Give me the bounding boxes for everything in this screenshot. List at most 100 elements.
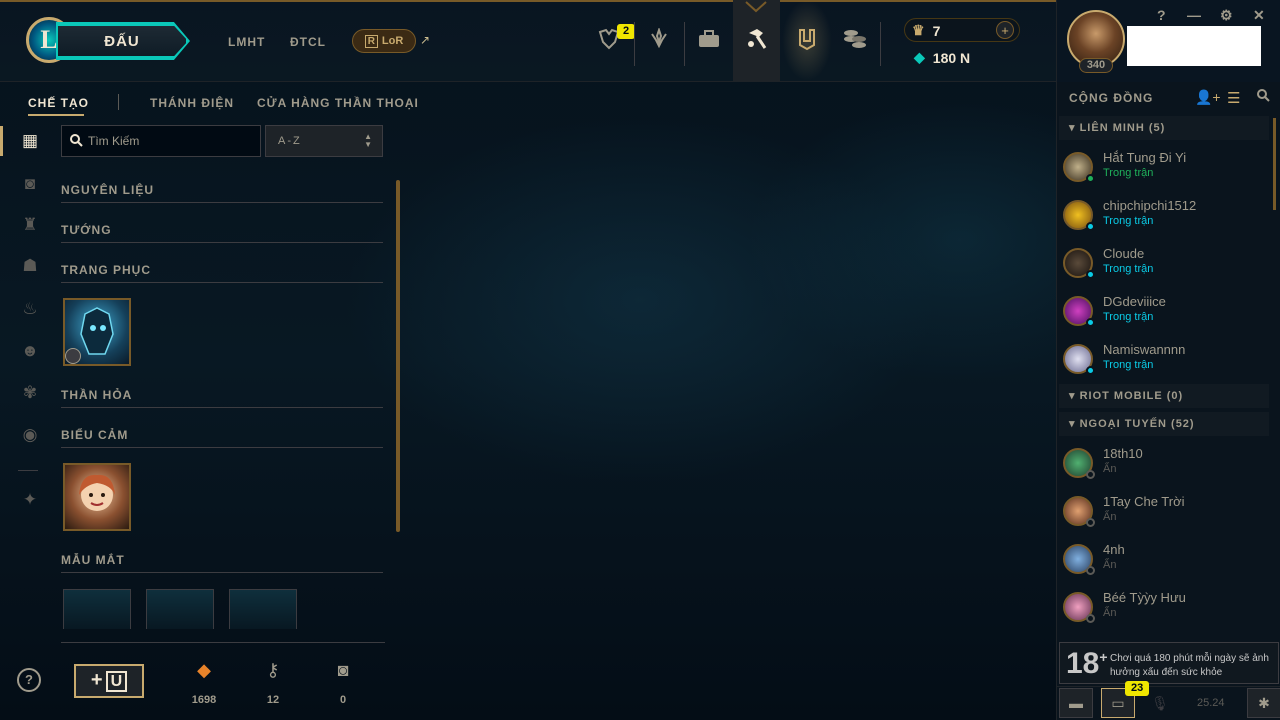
rp-icon: ♛: [912, 22, 925, 38]
chests-stat: ◙ 0: [318, 660, 368, 706]
friend-list-view-icon[interactable]: ☰: [1227, 89, 1240, 107]
category-ward-skins[interactable]: MẪU MẮT: [61, 553, 125, 567]
collection-icon[interactable]: [692, 22, 726, 56]
category-skins[interactable]: TRANG PHỤC: [61, 263, 151, 277]
group-label: RIOT MOBILE (0): [1079, 390, 1184, 402]
chat-icon[interactable]: ▬: [1059, 688, 1093, 718]
ranked-icon[interactable]: [642, 22, 676, 56]
friend-item[interactable]: Hắt Tung Đi Yi Trong trận: [1063, 146, 1273, 192]
champion-helmet-icon[interactable]: ♜: [18, 213, 42, 237]
offline-status-dot: [1086, 614, 1095, 623]
ward-flame-icon[interactable]: ♨: [18, 297, 42, 321]
friend-status: Ẩn: [1103, 463, 1117, 475]
icon-filter-icon[interactable]: ✾: [18, 381, 42, 405]
category-divider: [61, 407, 383, 408]
nav-link-tft[interactable]: ĐTCL: [290, 35, 326, 49]
friend-status: Trong trận: [1103, 311, 1154, 323]
missions-badge: 2: [617, 24, 636, 39]
external-link-icon: ↗: [420, 33, 431, 47]
orange-essence-icon: ◆: [197, 660, 211, 680]
sort-value: A-Z: [278, 135, 302, 147]
friend-item[interactable]: chipchipchi1512 Trong trận: [1063, 194, 1273, 240]
other-loot-icon[interactable]: ✦: [18, 488, 42, 512]
icon-divider: [880, 22, 881, 66]
notch-icon: [745, 1, 767, 13]
buy-rp-button[interactable]: +: [996, 21, 1014, 39]
offline-status-dot: [1086, 518, 1095, 527]
chevron-updown-icon: ▲ ▼: [364, 132, 374, 149]
ingame-status-dot: [1086, 270, 1095, 279]
minimize-icon[interactable]: —: [1187, 7, 1201, 23]
ingame-status-dot: [1086, 366, 1095, 375]
friend-item[interactable]: 4nh Ẩn: [1063, 538, 1273, 584]
ward-tile[interactable]: [146, 589, 214, 629]
be-display: ◆ 180 N: [914, 49, 970, 66]
group-header-riotmobile[interactable]: ▾ RIOT MOBILE (0): [1059, 384, 1269, 408]
grid-all-icon[interactable]: ▦: [18, 129, 42, 153]
friend-status: Ẩn: [1103, 607, 1117, 619]
friend-item[interactable]: 1Tay Che Trời Ẩn: [1063, 490, 1273, 536]
search-input[interactable]: [88, 126, 258, 156]
search-field[interactable]: [61, 125, 261, 157]
friend-item[interactable]: Cloude Trong trận: [1063, 242, 1273, 288]
loot-hammer-icon[interactable]: [740, 22, 774, 56]
category-emotes[interactable]: BIỂU CẢM: [61, 428, 128, 442]
microphone-icon[interactable]: 🎙: [1143, 688, 1177, 718]
key-icon: ⚷: [266, 660, 280, 680]
age-rating-notice: 18+ Chơi quá 180 phút mỗi ngày sẽ ảnh hư…: [1059, 642, 1279, 684]
orange-essence-value: 1698: [191, 694, 217, 706]
rarity-gem-icon: [65, 348, 81, 364]
craft-key-button[interactable]: + U: [74, 664, 144, 698]
friend-item[interactable]: Namiswannnn Trong trận: [1063, 338, 1273, 384]
bug-report-icon[interactable]: ✱: [1247, 688, 1280, 718]
search-icon[interactable]: [1257, 89, 1270, 105]
help-button[interactable]: ?: [17, 668, 41, 692]
ward-tile[interactable]: [229, 589, 297, 629]
close-icon[interactable]: ✕: [1253, 7, 1265, 24]
nav-link-lol[interactable]: LMHT: [228, 35, 265, 49]
side-active-indicator: [0, 126, 3, 156]
emote-art-icon: [79, 474, 115, 511]
tab-crafting[interactable]: CHẾ TẠO: [28, 96, 89, 110]
category-divider: [61, 447, 383, 448]
emote-tile[interactable]: [63, 463, 131, 531]
skin-mask-icon[interactable]: ☗: [18, 254, 42, 278]
ward-tile[interactable]: [63, 589, 131, 629]
lor-button[interactable]: R LoR: [352, 29, 416, 53]
play-button[interactable]: ĐẤU: [58, 24, 188, 58]
category-materials[interactable]: NGUYÊN LIỆU: [61, 183, 154, 197]
keys-value: 12: [266, 694, 280, 706]
add-friend-icon[interactable]: 👤+: [1195, 89, 1221, 106]
tab-sanctum[interactable]: THÁNH ĐIỆN: [150, 96, 234, 110]
sort-select[interactable]: A-Z ▲ ▼: [265, 125, 383, 157]
category-divider: [61, 202, 383, 203]
chest-icon: ◙: [337, 660, 349, 680]
icon-divider: [634, 22, 635, 66]
friend-item[interactable]: DGdeviiice Trong trận: [1063, 290, 1273, 336]
profile-icon-filter-icon[interactable]: ◉: [18, 423, 42, 447]
settings-gear-icon[interactable]: ⚙: [1220, 7, 1233, 24]
category-eternals[interactable]: THẦN HỎA: [61, 388, 132, 402]
friends-scrollbar[interactable]: [1273, 118, 1276, 210]
category-champions[interactable]: TƯỚNG: [61, 223, 112, 237]
friend-item[interactable]: Béé Tỳỳy Hưu Ẩn: [1063, 586, 1273, 632]
ingame-status-dot: [1086, 318, 1095, 327]
orange-essence-stat: ◆ 1698: [179, 660, 229, 706]
store-coins-icon[interactable]: [838, 22, 872, 56]
friend-item[interactable]: 18th10 Ẩn: [1063, 442, 1273, 488]
skin-shard-tile[interactable]: [63, 298, 131, 366]
chest-filter-icon[interactable]: ◙: [18, 172, 42, 196]
tab-divider: [118, 94, 119, 110]
help-icon[interactable]: ?: [1157, 7, 1166, 23]
lor-label: LoR: [381, 35, 404, 47]
group-header-offline[interactable]: ▾ NGOẠI TUYẾN (52): [1059, 412, 1269, 436]
clash-icon[interactable]: [790, 22, 824, 56]
group-header-lienminh[interactable]: ▾ LIÊN MINH (5): [1059, 116, 1269, 140]
emote-face-icon[interactable]: ☻: [18, 339, 42, 363]
loot-scrollbar[interactable]: [396, 180, 400, 532]
offline-status-dot: [1086, 470, 1095, 479]
redacted-name: [1127, 26, 1261, 66]
category-divider: [61, 242, 383, 243]
version-label: 25.24: [1197, 697, 1225, 709]
tab-mythic-shop[interactable]: CỬA HÀNG THẦN THOẠI: [257, 96, 419, 110]
